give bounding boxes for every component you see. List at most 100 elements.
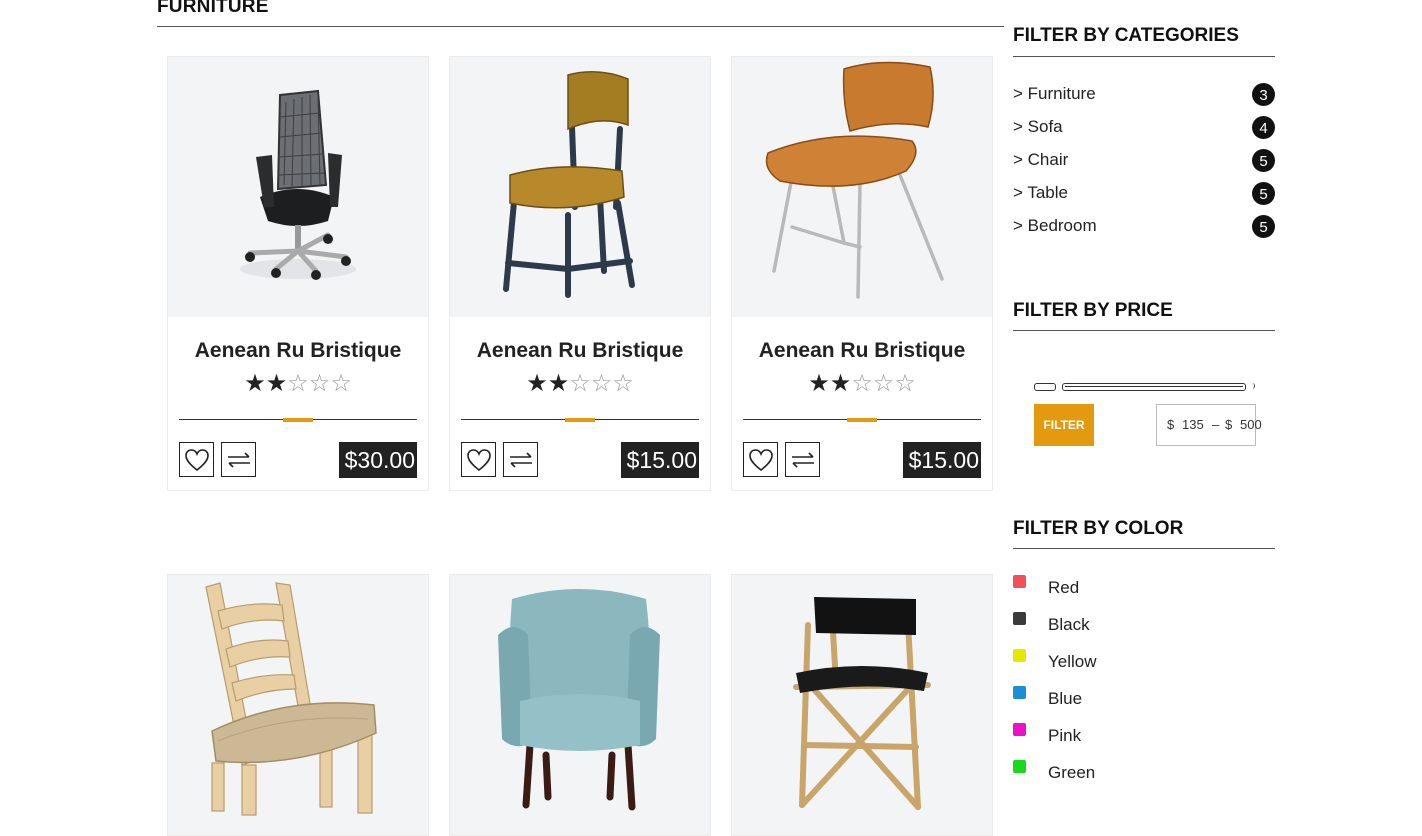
category-label[interactable]: > Table <box>1013 181 1068 205</box>
color-label[interactable]: Pink <box>1048 725 1081 747</box>
product-image-office-chair[interactable] <box>168 57 428 317</box>
color-item-black[interactable]: Black <box>1013 611 1275 648</box>
category-item-sofa[interactable]: > Sofa 4 <box>1013 115 1275 148</box>
price-range-slider[interactable] <box>1034 383 1255 391</box>
product-image-blue-armchair[interactable] <box>450 575 710 835</box>
color-label[interactable]: Blue <box>1048 688 1082 710</box>
category-count-badge: 5 <box>1252 149 1275 172</box>
star-filled-icon: ★ <box>547 369 570 397</box>
office-chair-image <box>240 89 356 280</box>
currency-symbol: $ <box>1225 417 1233 432</box>
price-max-value: 500 <box>1240 417 1262 432</box>
star-filled-icon: ★ <box>808 369 830 397</box>
product-card[interactable]: Aenean Ru Bristique ★★☆☆☆ $15.00 <box>731 56 993 491</box>
star-empty-icon: ☆ <box>569 369 591 397</box>
color-item-yellow[interactable]: Yellow <box>1013 648 1275 685</box>
price-separator: – <box>1212 417 1220 432</box>
add-to-wishlist-button[interactable] <box>743 442 778 477</box>
color-swatch-yellow[interactable] <box>1013 649 1026 662</box>
category-list: > Furniture 3 > Sofa 4 > Chair 5 > Table 5 >… <box>1013 82 1275 247</box>
product-card[interactable]: Aenean Ru Bristique ★★☆☆☆ $15.00 <box>449 56 711 491</box>
category-label[interactable]: > Bedroom <box>1013 214 1097 238</box>
category-count-badge: 3 <box>1252 83 1275 106</box>
category-item-table[interactable]: > Table 5 <box>1013 181 1275 214</box>
add-to-wishlist-button[interactable] <box>179 442 214 477</box>
card-actions: $15.00 <box>461 420 699 490</box>
color-item-green[interactable]: Green <box>1013 759 1275 796</box>
color-item-blue[interactable]: Blue <box>1013 685 1275 722</box>
star-empty-icon: ☆ <box>590 369 613 397</box>
currency-symbol: $ <box>1167 417 1175 432</box>
card-actions: $30.00 <box>179 420 417 490</box>
category-count-badge: 5 <box>1252 182 1275 205</box>
category-label[interactable]: > Chair <box>1013 148 1068 172</box>
card-actions: $15.00 <box>743 420 981 490</box>
blue-armchair-image <box>498 589 660 811</box>
price-max-handle[interactable] <box>1250 383 1255 389</box>
product-card[interactable] <box>449 574 711 836</box>
color-swatch-green[interactable] <box>1013 760 1026 773</box>
ladder-back-chair-image <box>205 582 377 816</box>
price-range-display: $ 135 – $ 500 <box>1156 404 1262 446</box>
director-chair-image <box>793 597 931 810</box>
product-card[interactable] <box>167 574 429 836</box>
product-name[interactable]: Aenean Ru Bristique <box>168 317 428 365</box>
heart-icon <box>184 448 209 471</box>
add-to-wishlist-button[interactable] <box>461 442 496 477</box>
compare-button[interactable] <box>785 442 820 477</box>
price-filter-title: FILTER BY PRICE <box>1013 300 1173 321</box>
product-image-school-chair[interactable] <box>450 57 710 317</box>
price-min-handle[interactable] <box>1034 383 1056 391</box>
color-label[interactable]: Red <box>1048 577 1079 599</box>
category-item-chair[interactable]: > Chair 5 <box>1013 148 1275 181</box>
compare-arrows-icon <box>791 451 814 468</box>
product-name[interactable]: Aenean Ru Bristique <box>732 317 992 365</box>
product-image-director-chair[interactable] <box>732 575 992 835</box>
color-swatch-blue[interactable] <box>1013 686 1026 699</box>
category-count-badge: 5 <box>1252 215 1275 238</box>
heart-icon <box>466 448 491 471</box>
product-rating: ★★☆☆☆ <box>450 369 710 397</box>
product-image-plywood-chair[interactable] <box>732 57 992 317</box>
star-filled-icon: ★ <box>829 369 852 397</box>
school-chair-image <box>503 71 635 298</box>
star-filled-icon: ★ <box>265 369 288 397</box>
product-price: $15.00 <box>620 442 699 478</box>
star-filled-icon: ★ <box>526 369 548 397</box>
product-rating: ★★☆☆☆ <box>732 369 992 397</box>
star-empty-icon: ☆ <box>308 369 331 397</box>
color-label[interactable]: Black <box>1048 614 1090 636</box>
category-label[interactable]: > Furniture <box>1013 82 1096 106</box>
product-image-ladder-back-chair[interactable] <box>168 575 428 835</box>
color-label[interactable]: Green <box>1048 762 1095 784</box>
star-empty-icon: ☆ <box>894 369 916 397</box>
compare-arrows-icon <box>227 451 250 468</box>
heart-icon <box>748 448 773 471</box>
product-card[interactable] <box>731 574 993 836</box>
star-empty-icon: ☆ <box>330 369 352 397</box>
color-swatch-red[interactable] <box>1013 575 1026 588</box>
category-item-furniture[interactable]: > Furniture 3 <box>1013 82 1275 115</box>
star-filled-icon: ★ <box>244 369 266 397</box>
compare-button[interactable] <box>221 442 256 477</box>
product-card[interactable]: Aenean Ru Bristique ★★☆☆☆ $30.00 <box>167 56 429 491</box>
category-item-bedroom[interactable]: > Bedroom 5 <box>1013 214 1275 247</box>
title-divider <box>157 26 1004 27</box>
color-filter-title: FILTER BY COLOR <box>1013 518 1184 539</box>
color-label[interactable]: Yellow <box>1048 651 1097 673</box>
categories-divider <box>1013 56 1275 57</box>
price-filter-divider <box>1013 330 1275 331</box>
filter-button[interactable]: FILTER <box>1034 404 1094 446</box>
star-empty-icon: ☆ <box>872 369 895 397</box>
price-range-track[interactable] <box>1062 383 1246 391</box>
color-item-red[interactable]: Red <box>1013 574 1275 611</box>
plywood-chair-image <box>765 61 944 299</box>
category-label[interactable]: > Sofa <box>1013 115 1063 139</box>
color-swatch-pink[interactable] <box>1013 723 1026 736</box>
color-swatch-black[interactable] <box>1013 612 1026 625</box>
price-min-value: 135 <box>1182 417 1204 432</box>
product-name[interactable]: Aenean Ru Bristique <box>450 317 710 365</box>
color-item-pink[interactable]: Pink <box>1013 722 1275 759</box>
compare-button[interactable] <box>503 442 538 477</box>
category-count-badge: 4 <box>1252 116 1275 139</box>
